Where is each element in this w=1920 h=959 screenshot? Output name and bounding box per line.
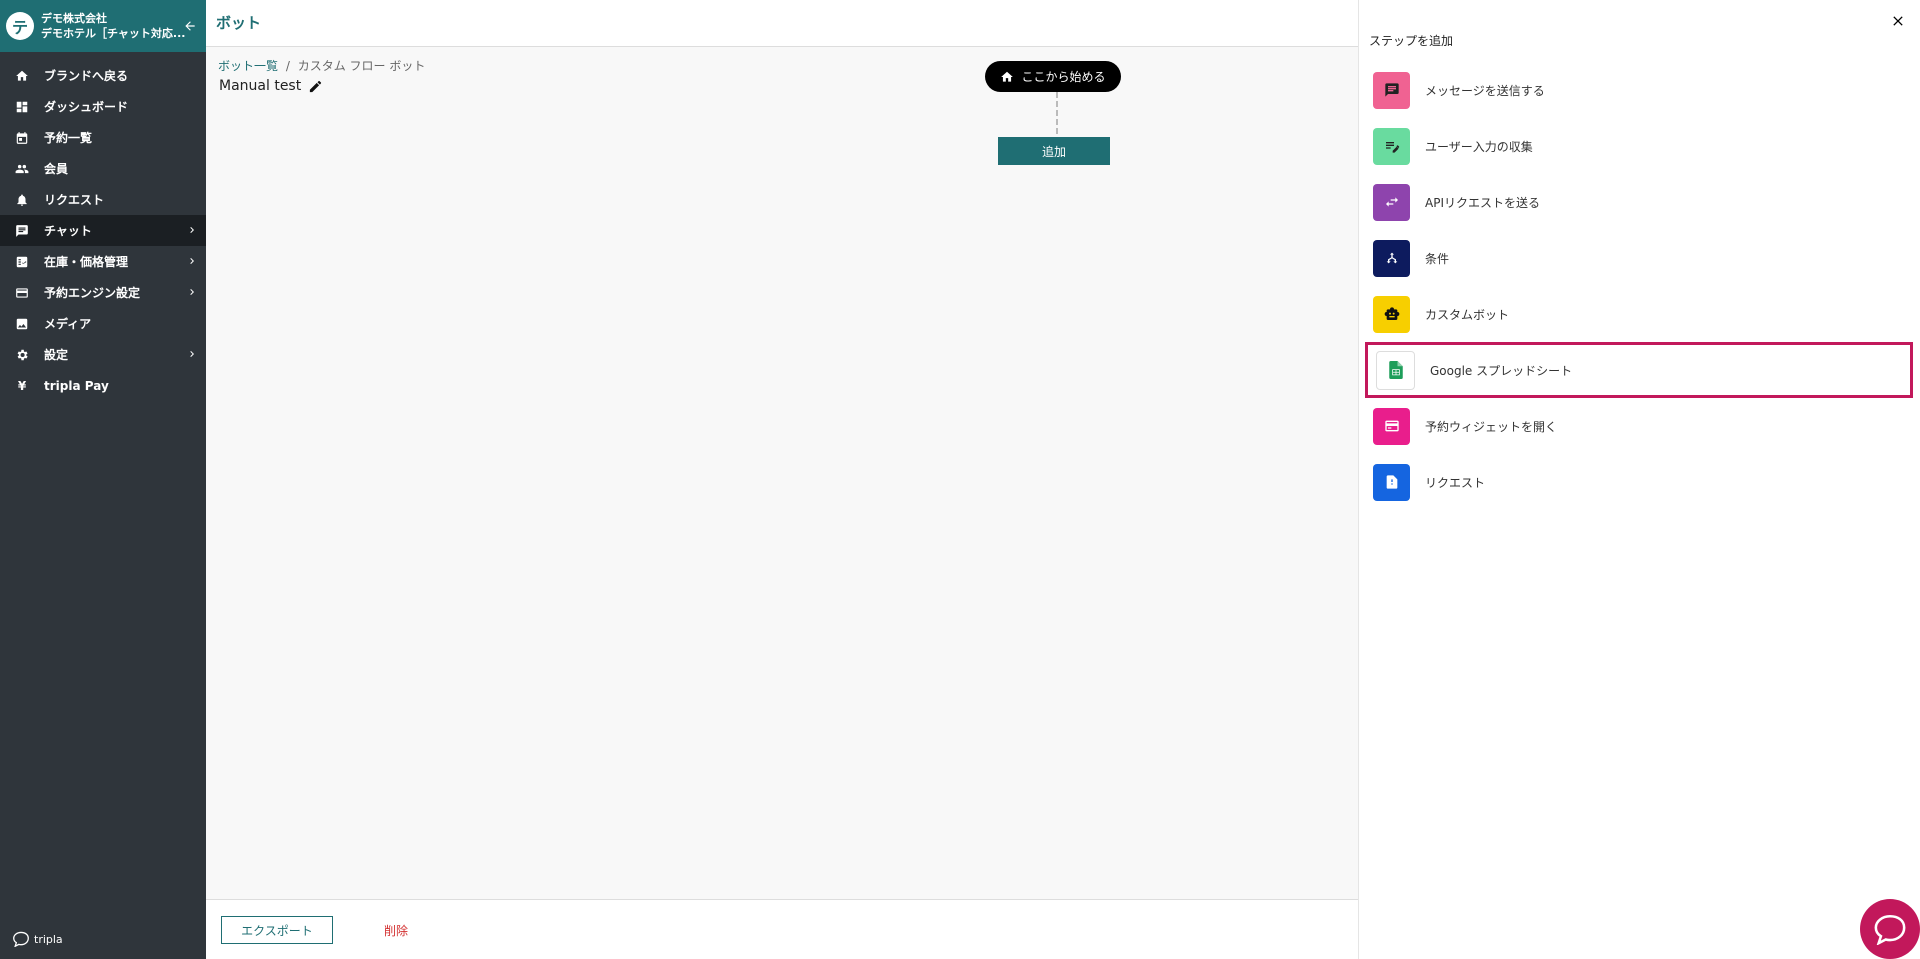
step-label: Google スプレッドシート (1430, 363, 1573, 378)
breadcrumb-current: カスタム フロー ボット (297, 59, 426, 73)
sheets-icon (1376, 350, 1415, 390)
sidebar-item-tripla-pay[interactable]: ¥ tripla Pay (0, 370, 206, 401)
inventory-icon (14, 254, 30, 270)
chevron-right-icon (186, 223, 198, 240)
collapse-sidebar-button[interactable] (180, 16, 200, 36)
step-request[interactable]: リクエスト (1365, 454, 1913, 510)
swap-icon (1373, 183, 1410, 221)
sidebar-item-label: tripla Pay (44, 378, 109, 393)
edit-list-icon (1373, 127, 1410, 165)
brand-header: テ デモ株式会社 デモホテル［チャット対応... (0, 0, 206, 52)
sidebar-item-label: チャット (44, 224, 92, 238)
sidebar-item-members[interactable]: 会員 (0, 153, 206, 184)
sidebar-item-chat[interactable]: チャット (0, 215, 206, 246)
sidebar-item-label: 設定 (44, 348, 69, 362)
chevron-right-icon (186, 285, 198, 302)
page-title: ボット (216, 14, 262, 32)
chat-icon (14, 223, 30, 239)
sidebar-item-reservations[interactable]: 予約一覧 (0, 122, 206, 153)
company-name: デモ株式会社 (41, 12, 107, 25)
breadcrumb: ボット一覧 / カスタム フロー ボット (218, 57, 425, 74)
gear-icon (14, 347, 30, 363)
sidebar-item-label: 会員 (44, 162, 69, 176)
dashboard-icon (14, 99, 30, 115)
engine-icon (14, 285, 30, 301)
sidebar-item-label: リクエスト (44, 193, 105, 207)
sidebar-item-label: ブランドへ戻る (44, 69, 129, 83)
chevron-right-icon (186, 347, 198, 364)
step-collect-input[interactable]: ユーザー入力の収集 (1365, 118, 1913, 174)
flow-name-text: Manual test (219, 78, 302, 94)
media-icon (14, 316, 30, 332)
brand-text: デモ株式会社 デモホテル［チャット対応... (41, 11, 185, 41)
sidebar-nav: ブランドへ戻る ダッシュボード 予約一覧 会員 リクエスト チャット 在庫・価格… (0, 60, 206, 401)
brand-logo: テ (6, 12, 34, 40)
sidebar-item-requests[interactable]: リクエスト (0, 184, 206, 215)
add-step-button[interactable]: 追加 (998, 137, 1110, 165)
step-send-message[interactable]: メッセージを送信する (1365, 62, 1913, 118)
sidebar-item-label: 予約エンジン設定 (44, 286, 141, 300)
start-node-label: ここから始める (1021, 70, 1106, 84)
delete-button[interactable]: 削除 (384, 922, 408, 939)
sidebar-item-brand[interactable]: ブランドへ戻る (0, 60, 206, 91)
sidebar-item-inventory[interactable]: 在庫・価格管理 (0, 246, 206, 277)
robot-icon (1373, 295, 1410, 333)
step-condition[interactable]: 条件 (1365, 230, 1913, 286)
step-label: カスタムボット (1425, 307, 1510, 322)
widget-icon (1373, 407, 1410, 445)
flow-connector (1056, 92, 1058, 134)
sidebar-item-label: ダッシュボード (44, 100, 129, 114)
branch-icon (1373, 239, 1410, 277)
bottom-action-bar: エクスポート 削除 (206, 899, 1358, 959)
chevron-right-icon (186, 254, 198, 271)
arrow-left-icon (185, 21, 195, 31)
sidebar-item-settings[interactable]: 設定 (0, 339, 206, 370)
step-label: 予約ウィジェットを開く (1425, 419, 1558, 434)
yen-icon: ¥ (17, 378, 27, 393)
step-label: APIリクエストを送る (1425, 195, 1540, 210)
message-icon (1373, 71, 1410, 109)
home-icon (14, 68, 30, 84)
sidebar-item-booking-engine[interactable]: 予約エンジン設定 (0, 277, 206, 308)
step-open-widget[interactable]: 予約ウィジェットを開く (1365, 398, 1913, 454)
bell-icon (14, 192, 30, 208)
hotel-name: デモホテル［チャット対応... (41, 27, 186, 40)
people-icon (14, 161, 30, 177)
export-button[interactable]: エクスポート (221, 916, 333, 944)
step-custom-bot[interactable]: カスタムボット (1365, 286, 1913, 342)
close-icon (1893, 16, 1903, 26)
step-label: メッセージを送信する (1425, 83, 1545, 98)
step-label: ユーザー入力の収集 (1425, 139, 1533, 154)
sidebar-item-media[interactable]: メディア (0, 308, 206, 339)
request-doc-icon (1373, 463, 1410, 501)
breadcrumb-bot-list-link[interactable]: ボット一覧 (218, 59, 278, 73)
chat-bubble-icon (1874, 914, 1906, 945)
start-node[interactable]: ここから始める (985, 61, 1121, 92)
add-step-panel: ステップを追加 メッセージを送信する ユーザー入力の収集 APIリクエストを送る (1358, 0, 1920, 959)
step-label: リクエスト (1425, 475, 1486, 490)
tripla-logo-icon (13, 931, 29, 947)
home-icon (1001, 71, 1014, 82)
sidebar-item-label: メディア (44, 317, 92, 331)
sidebar-footer-logo: tripla (12, 931, 63, 947)
step-api-request[interactable]: APIリクエストを送る (1365, 174, 1913, 230)
flow-canvas[interactable]: ボット一覧 / カスタム フロー ボット Manual test ここから始める… (206, 47, 1358, 899)
edit-name-button[interactable] (308, 79, 323, 94)
sidebar: テ デモ株式会社 デモホテル［チャット対応... ブランドへ戻る ダッシュボード… (0, 0, 206, 959)
step-label: 条件 (1425, 251, 1450, 266)
sidebar-item-label: 予約一覧 (44, 131, 93, 145)
chat-launcher-button[interactable] (1860, 899, 1920, 959)
sidebar-item-dashboard[interactable]: ダッシュボード (0, 91, 206, 122)
calendar-icon (14, 130, 30, 146)
pencil-icon (310, 80, 322, 92)
breadcrumb-separator: / (285, 59, 290, 73)
close-panel-button[interactable] (1890, 10, 1906, 34)
panel-title: ステップを追加 (1369, 34, 1454, 48)
sidebar-item-label: 在庫・価格管理 (44, 255, 129, 269)
tripla-logo-text: tripla (34, 932, 63, 946)
step-google-sheets[interactable]: Google スプレッドシート (1365, 342, 1913, 398)
flow-name: Manual test (219, 78, 323, 94)
top-header: ボット (206, 0, 1358, 47)
